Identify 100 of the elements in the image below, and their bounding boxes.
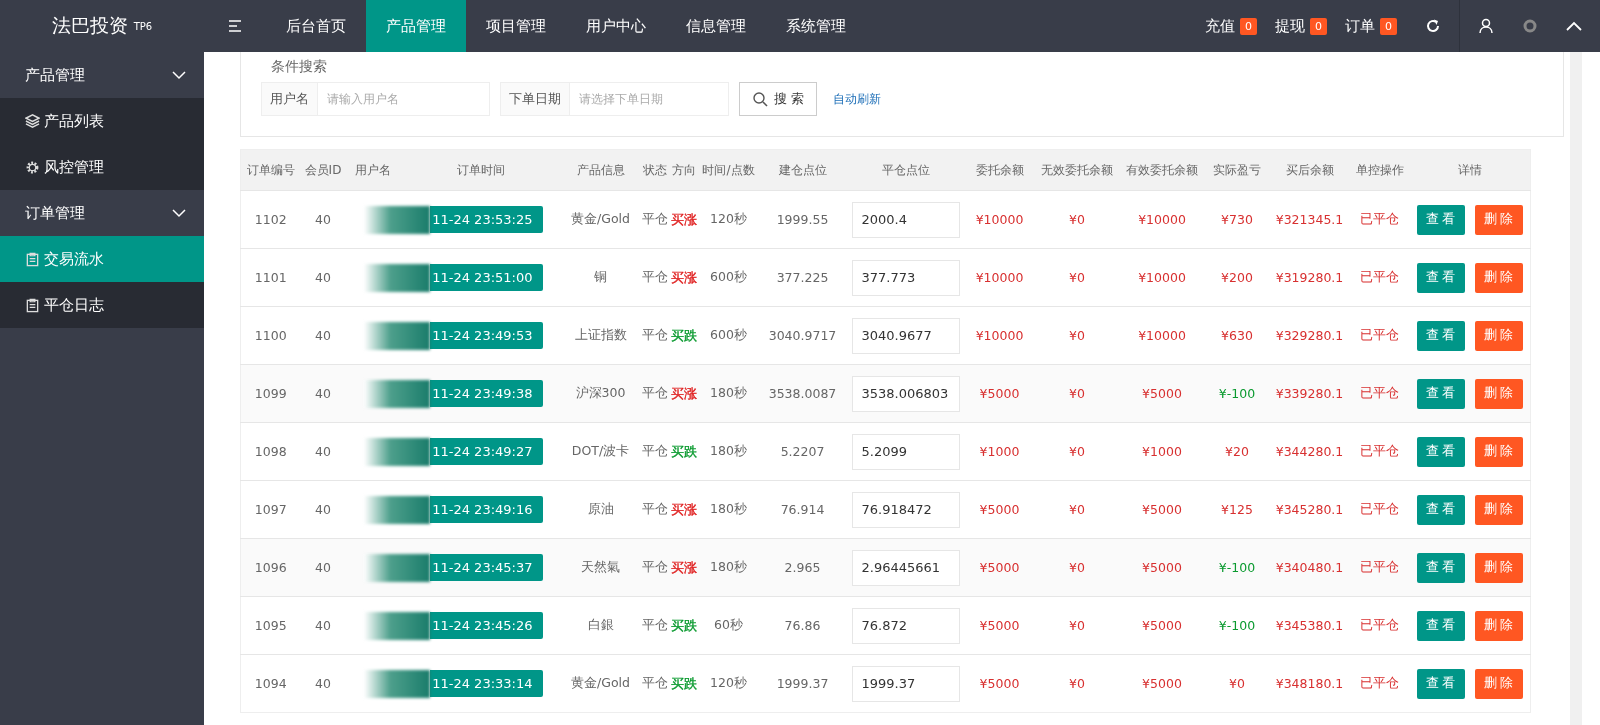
product-name: 黄金/Gold bbox=[560, 654, 641, 713]
order-time: 11-24 23:51:00 bbox=[430, 264, 543, 291]
order-id: 1099 bbox=[240, 364, 301, 423]
search-field[interactable]: 请输入用户名 bbox=[318, 82, 490, 116]
order-id: 1094 bbox=[240, 654, 301, 713]
scrollbar[interactable] bbox=[1570, 52, 1582, 725]
control-status: 已平仓 bbox=[1349, 654, 1410, 713]
duration-text: 120秒 bbox=[698, 190, 759, 249]
product-name: 黄金/Gold bbox=[560, 190, 641, 249]
field-label: 下单日期 bbox=[500, 82, 570, 116]
status-text: 平仓 bbox=[640, 248, 669, 307]
close-price-field[interactable]: 1999.37 bbox=[851, 665, 960, 702]
duration-text: 180秒 bbox=[698, 422, 759, 481]
control-status: 已平仓 bbox=[1349, 596, 1410, 655]
column-header: 订单编号 bbox=[240, 149, 301, 191]
column-header: 时间/点数 bbox=[698, 149, 759, 191]
blurred-username bbox=[364, 669, 431, 698]
balance-text: ¥348180.1 bbox=[1269, 654, 1350, 713]
view-button[interactable]: 查看 bbox=[1416, 204, 1465, 235]
close-price-field[interactable]: 5.2099 bbox=[851, 433, 960, 470]
invalid-amount-text: ¥0 bbox=[1034, 364, 1120, 423]
column-header: 委托余额 bbox=[964, 149, 1035, 191]
balance-text: ¥345380.1 bbox=[1269, 596, 1350, 655]
close-price-field[interactable]: 76.918472 bbox=[851, 491, 960, 528]
close-price-field[interactable]: 76.872 bbox=[851, 607, 960, 644]
blurred-username bbox=[364, 553, 431, 582]
counter-link[interactable]: 充值 0 bbox=[1205, 16, 1257, 36]
status-text: 平仓 bbox=[640, 422, 669, 481]
view-button[interactable]: 查看 bbox=[1416, 262, 1465, 293]
control-status: 已平仓 bbox=[1349, 422, 1410, 481]
member-id: 40 bbox=[300, 422, 346, 481]
amount-text: ¥10000 bbox=[964, 248, 1035, 307]
nav-tab[interactable]: 项目管理 bbox=[466, 0, 566, 52]
member-id: 40 bbox=[300, 364, 346, 423]
order-id: 1102 bbox=[240, 190, 301, 249]
counter-link[interactable]: 提现 0 bbox=[1275, 16, 1327, 36]
order-time: 11-24 23:45:37 bbox=[430, 554, 543, 581]
column-header: 买后余额 bbox=[1269, 149, 1350, 191]
invalid-amount-text: ¥0 bbox=[1034, 248, 1120, 307]
control-status: 已平仓 bbox=[1349, 190, 1410, 249]
profit-text: ¥730 bbox=[1204, 190, 1270, 249]
close-price-field[interactable]: 377.773 bbox=[851, 259, 960, 296]
amount-text: ¥5000 bbox=[964, 538, 1035, 597]
nav-tab[interactable]: 后台首页 bbox=[266, 0, 366, 52]
view-button[interactable]: 查看 bbox=[1416, 494, 1465, 525]
open-price: 377.225 bbox=[758, 248, 847, 307]
duration-text: 120秒 bbox=[698, 654, 759, 713]
field-label: 用户名 bbox=[261, 82, 318, 116]
balance-text: ¥319280.1 bbox=[1269, 248, 1350, 307]
view-button[interactable]: 查看 bbox=[1416, 378, 1465, 409]
layers-icon bbox=[25, 113, 40, 129]
search-button[interactable]: 搜 索 bbox=[739, 82, 818, 116]
control-status: 已平仓 bbox=[1349, 538, 1410, 597]
sidebar-item[interactable]: 平仓日志 bbox=[0, 282, 204, 328]
sidebar-item[interactable]: 交易流水 bbox=[0, 236, 204, 282]
status-text: 平仓 bbox=[640, 654, 669, 713]
view-button[interactable]: 查看 bbox=[1416, 436, 1465, 467]
order-time: 11-24 23:49:38 bbox=[430, 380, 543, 407]
valid-amount-text: ¥5000 bbox=[1119, 654, 1205, 713]
gear-icon bbox=[25, 159, 40, 175]
balance-text: ¥321345.1 bbox=[1269, 190, 1350, 249]
view-button[interactable]: 查看 bbox=[1416, 552, 1465, 583]
status-text: 平仓 bbox=[640, 190, 669, 249]
amount-text: ¥1000 bbox=[964, 422, 1035, 481]
sidebar-item[interactable]: 风控管理 bbox=[0, 144, 204, 190]
member-id: 40 bbox=[300, 248, 346, 307]
amount-text: ¥5000 bbox=[964, 596, 1035, 655]
nav-tab[interactable]: 信息管理 bbox=[666, 0, 766, 52]
close-price-field[interactable]: 3040.9677 bbox=[851, 317, 960, 354]
auto-refresh-link[interactable]: 自动刷新 bbox=[833, 90, 882, 108]
order-id: 1101 bbox=[240, 248, 301, 307]
column-header: 详情 bbox=[1409, 149, 1531, 191]
open-price: 1999.37 bbox=[758, 654, 847, 713]
control-status: 已平仓 bbox=[1349, 364, 1410, 423]
blurred-username bbox=[364, 611, 431, 640]
view-button[interactable]: 查看 bbox=[1416, 668, 1465, 699]
column-header: 会员ID bbox=[300, 149, 346, 191]
search-field[interactable]: 请选择下单日期 bbox=[570, 82, 729, 116]
valid-amount-text: ¥5000 bbox=[1119, 596, 1205, 655]
counter-link[interactable]: 订单 0 bbox=[1345, 16, 1397, 36]
sidebar-item[interactable]: 产品列表 bbox=[0, 98, 204, 144]
amount-text: ¥5000 bbox=[964, 364, 1035, 423]
close-price-field[interactable]: 3538.006803 bbox=[851, 375, 960, 412]
view-button[interactable]: 查看 bbox=[1416, 610, 1465, 641]
view-button[interactable]: 查看 bbox=[1416, 320, 1465, 351]
duration-text: 600秒 bbox=[698, 248, 759, 307]
close-price-field[interactable]: 2.96445661 bbox=[851, 549, 960, 586]
product-name: 天然氣 bbox=[560, 538, 641, 597]
product-name: 沪深300 bbox=[560, 364, 641, 423]
invalid-amount-text: ¥0 bbox=[1034, 538, 1120, 597]
order-id: 1096 bbox=[240, 538, 301, 597]
nav-tab[interactable]: 产品管理 bbox=[366, 0, 466, 52]
search-legend: 条件搜索 bbox=[271, 58, 1543, 76]
nav-tab[interactable]: 系统管理 bbox=[766, 0, 866, 52]
column-header: 订单时间 bbox=[400, 149, 561, 191]
column-header: 用户名 bbox=[345, 149, 401, 191]
open-price: 1999.55 bbox=[758, 190, 847, 249]
direction-text: 买涨 bbox=[668, 248, 699, 307]
nav-tab[interactable]: 用户中心 bbox=[566, 0, 666, 52]
close-price-field[interactable]: 2000.4 bbox=[851, 201, 960, 238]
